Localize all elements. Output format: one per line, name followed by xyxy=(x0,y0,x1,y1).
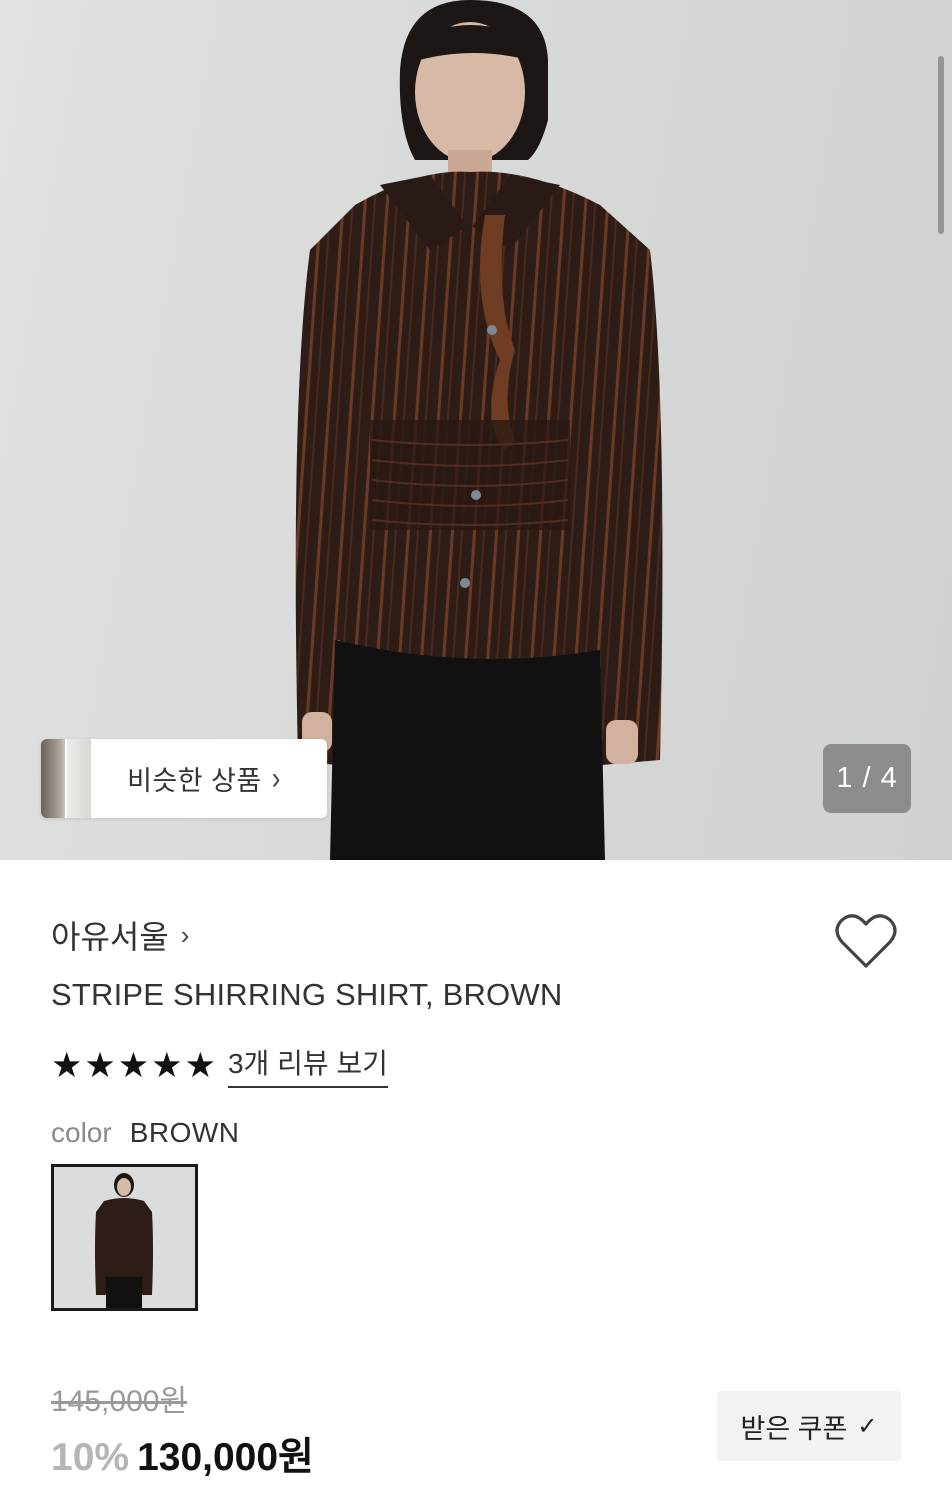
rating-row: ★ ★ ★ ★ ★ 3개 리뷰 보기 xyxy=(51,1042,388,1088)
similar-products-thumbnails xyxy=(41,739,91,818)
star-filled-icon: ★ xyxy=(117,1045,150,1085)
color-label: color xyxy=(51,1117,112,1148)
chevron-right-icon: › xyxy=(271,759,281,796)
model-photo xyxy=(295,0,663,860)
check-icon: ✓ xyxy=(857,1412,878,1440)
rating-stars: ★ ★ ★ ★ ★ xyxy=(51,1048,216,1083)
chevron-right-icon: › xyxy=(180,919,190,950)
product-title: STRIPE SHIRRING SHIRT, BROWN xyxy=(51,977,563,1012)
color-row: color BROWN xyxy=(51,1117,240,1149)
similar-products-label-wrap: 비슷한 상품 › xyxy=(91,759,327,798)
star-filled-icon: ★ xyxy=(184,1045,216,1085)
star-filled-icon: ★ xyxy=(51,1045,83,1085)
received-coupon-button[interactable]: 받은 쿠폰 ✓ xyxy=(717,1391,901,1461)
brand-name: 아유서울 xyxy=(51,919,169,955)
star-filled-icon: ★ xyxy=(84,1045,116,1085)
swatch-thumbnail-image xyxy=(54,1167,195,1308)
product-hero-image[interactable]: 비슷한 상품 › 1 / 4 xyxy=(0,0,952,860)
star-filled-icon: ★ xyxy=(151,1045,183,1085)
coupon-label: 받은 쿠폰 xyxy=(740,1413,848,1444)
similar-thumb xyxy=(65,739,91,818)
image-counter: 1 / 4 xyxy=(823,744,911,813)
discount-rate: 10% xyxy=(51,1436,130,1479)
brand-link[interactable]: 아유서울 › xyxy=(51,912,189,958)
price-row: 10% 130,000원 xyxy=(51,1426,314,1482)
review-link[interactable]: 3개 리뷰 보기 xyxy=(227,1042,388,1088)
heart-outline-icon[interactable] xyxy=(834,912,898,970)
similar-thumb xyxy=(41,739,65,818)
sale-price: 130,000원 xyxy=(137,1436,314,1479)
image-scrollbar[interactable] xyxy=(938,56,944,234)
similar-products-button[interactable]: 비슷한 상품 › xyxy=(41,739,327,818)
similar-products-label: 비슷한 상품 xyxy=(127,766,262,796)
color-value: BROWN xyxy=(129,1117,240,1148)
original-price: 145,000원 xyxy=(51,1385,188,1418)
color-swatch-brown[interactable] xyxy=(51,1164,198,1311)
